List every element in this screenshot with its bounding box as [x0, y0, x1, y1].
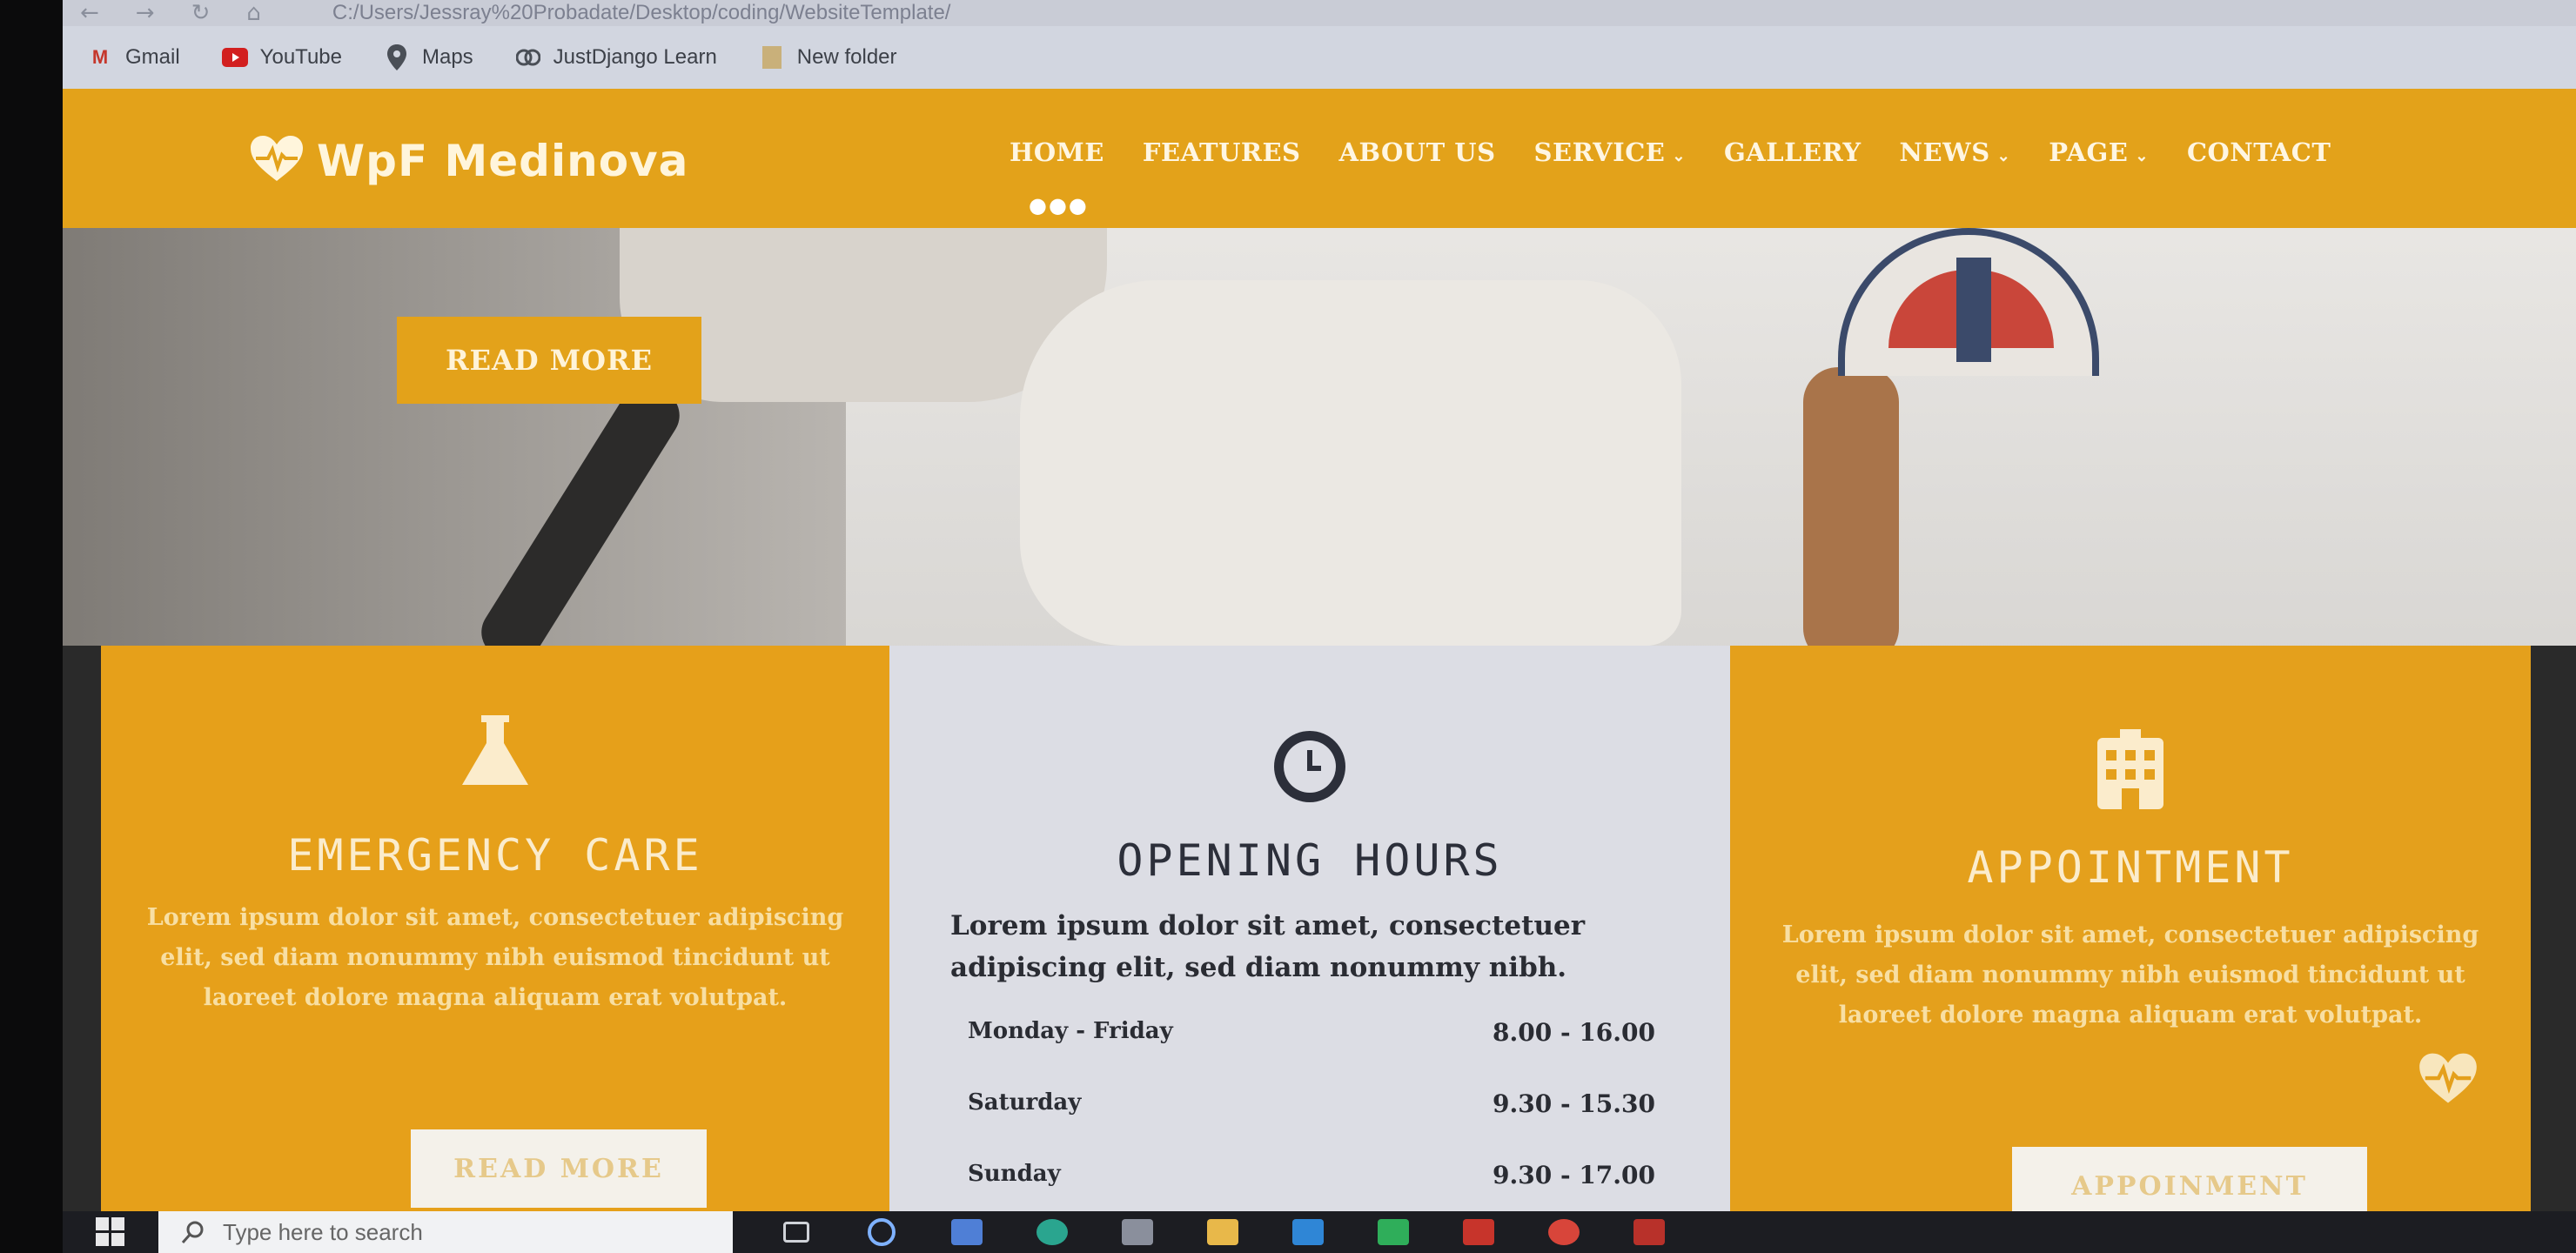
chevron-down-icon: ⌄: [1996, 147, 2011, 165]
mail-icon[interactable]: [945, 1215, 989, 1250]
bookmark-gmail[interactable]: M Gmail: [87, 45, 180, 70]
search-icon: [181, 1221, 204, 1243]
task-view-icon[interactable]: [775, 1215, 818, 1250]
hours-time: 9.30 - 15.30: [1493, 1089, 1655, 1118]
hero-banner: READ MORE: [63, 228, 2576, 646]
chevron-down-icon: ⌄: [1672, 147, 1686, 165]
map-pin-icon: [384, 44, 410, 70]
folder-icon: [759, 46, 785, 69]
hours-day: Sunday: [968, 1161, 1061, 1187]
nav-page[interactable]: PAGE ⌄: [2049, 137, 2149, 167]
chrome-icon[interactable]: [1542, 1215, 1586, 1250]
address-bar[interactable]: ← → ↻ ⌂ C:/Users/Jessray%20Probadate/Des…: [63, 0, 2576, 26]
nav-label: ABOUT US: [1338, 137, 1496, 167]
start-button[interactable]: [63, 1211, 158, 1253]
nav-about-us[interactable]: ABOUT US: [1339, 137, 1496, 167]
taskbar-search-input[interactable]: Type here to search: [158, 1211, 733, 1253]
feature-cards: EMERGENCY CARE Lorem ipsum dolor sit ame…: [63, 646, 2576, 1253]
app-icon[interactable]: [1627, 1215, 1671, 1250]
nav-home[interactable]: HOME: [1010, 137, 1104, 167]
youtube-icon: [221, 47, 248, 68]
bookmarks-bar: M Gmail YouTube Maps JustDjango Learn Ne…: [63, 26, 2576, 89]
opening-hours-card: OPENING HOURS Lorem ipsum dolor sit amet…: [889, 646, 1730, 1253]
main-nav: HOME FEATURES ABOUT US SERVICE ⌄ GALLERY …: [1010, 137, 2331, 167]
heart-pulse-icon: [249, 134, 305, 187]
hours-day: Monday - Friday: [968, 1018, 1173, 1044]
hero-arm: [1803, 367, 1899, 646]
nav-gallery[interactable]: GALLERY: [1724, 137, 1862, 167]
bookmark-label: New folder: [796, 45, 897, 69]
nav-label: CONTACT: [2186, 137, 2331, 167]
back-icon[interactable]: ←: [80, 2, 99, 24]
hours-row: Monday - Friday 8.00 - 16.00: [968, 1018, 1655, 1089]
nav-news[interactable]: NEWS ⌄: [1900, 137, 2011, 167]
forward-icon[interactable]: →: [136, 2, 155, 24]
windows-taskbar: Type here to search: [63, 1211, 2576, 1253]
site-header: WpF Medinova HOME FEATURES ABOUT US SERV…: [63, 89, 2576, 228]
search-placeholder: Type here to search: [223, 1218, 423, 1245]
store-icon[interactable]: [1116, 1215, 1159, 1250]
windows-logo-icon: [96, 1217, 124, 1246]
clock-icon: [1272, 729, 1347, 804]
hours-day: Saturday: [968, 1089, 1082, 1116]
nav-label: NEWS: [1899, 137, 1990, 167]
hero-glove: [1020, 280, 1681, 646]
read-more-button[interactable]: READ MORE: [411, 1129, 707, 1208]
bookmark-label: Maps: [421, 45, 473, 69]
card-body: Lorem ipsum dolor sit amet, consectetuer…: [950, 910, 1586, 983]
nav-service[interactable]: SERVICE ⌄: [1534, 137, 1686, 167]
emergency-care-card: EMERGENCY CARE Lorem ipsum dolor sit ame…: [101, 646, 889, 1253]
bookmark-label: YouTube: [259, 45, 342, 69]
url-text[interactable]: C:/Users/Jessray%20Probadate/Desktop/cod…: [332, 1, 951, 25]
appointment-card: APPOINTMENT Lorem ipsum dolor sit amet, …: [1730, 646, 2531, 1253]
flask-icon: [460, 715, 530, 788]
pycharm-icon[interactable]: [1372, 1215, 1415, 1250]
active-indicator-dots: ●●●: [1029, 193, 1089, 218]
nav-label: PAGE: [2049, 137, 2129, 167]
nav-features[interactable]: FEATURES: [1143, 137, 1301, 167]
bookmark-new-folder[interactable]: New folder: [759, 45, 897, 70]
card-title: OPENING HOURS: [1117, 835, 1503, 886]
bookmark-label: JustDjango Learn: [553, 45, 717, 69]
home-icon[interactable]: ⌂: [246, 2, 261, 24]
hours-time: 9.30 - 17.00: [1493, 1161, 1655, 1189]
reload-icon[interactable]: ↻: [191, 2, 211, 24]
card-body: Lorem ipsum dolor sit amet, consectetuer…: [1781, 921, 2479, 1029]
site-logo[interactable]: WpF Medinova: [249, 134, 688, 187]
file-explorer-icon[interactable]: [1201, 1215, 1244, 1250]
nav-label: GALLERY: [1723, 137, 1862, 167]
cortana-icon[interactable]: [860, 1215, 903, 1250]
card-title: APPOINTMENT: [1967, 842, 2294, 893]
hero-stethoscope: [471, 374, 690, 646]
hours-row: Saturday 9.30 - 15.30: [968, 1089, 1655, 1161]
bookmark-maps[interactable]: Maps: [384, 44, 473, 70]
nav-label: FEATURES: [1142, 137, 1301, 167]
edge-icon[interactable]: [1030, 1215, 1074, 1250]
heart-pulse-icon: [2418, 1051, 2479, 1119]
hero-read-more-button[interactable]: READ MORE: [397, 317, 701, 404]
chevron-down-icon: ⌄: [2135, 147, 2149, 165]
nav-label: SERVICE: [1533, 137, 1666, 167]
justdjango-icon: [515, 47, 541, 68]
bookmark-label: Gmail: [125, 45, 180, 69]
bookmark-youtube[interactable]: YouTube: [221, 45, 342, 70]
card-body: Lorem ipsum dolor sit amet, consectetuer…: [146, 904, 844, 1011]
hours-time: 8.00 - 16.00: [1493, 1018, 1655, 1047]
app-icon[interactable]: [1457, 1215, 1500, 1250]
bookmark-justdjango[interactable]: JustDjango Learn: [515, 45, 717, 70]
nav-contact[interactable]: CONTACT: [2187, 137, 2331, 167]
vscode-icon[interactable]: [1286, 1215, 1330, 1250]
hospital-icon: [2094, 729, 2167, 809]
gmail-icon: M: [91, 46, 109, 68]
logo-text: WpF Medinova: [317, 135, 689, 186]
nav-label: HOME: [1010, 137, 1104, 167]
monitor-screen: ← → ↻ ⌂ C:/Users/Jessray%20Probadate/Des…: [63, 0, 2576, 1253]
hours-table: Monday - Friday 8.00 - 16.00 Saturday 9.…: [968, 1018, 1655, 1232]
card-title: EMERGENCY CARE: [287, 830, 703, 881]
